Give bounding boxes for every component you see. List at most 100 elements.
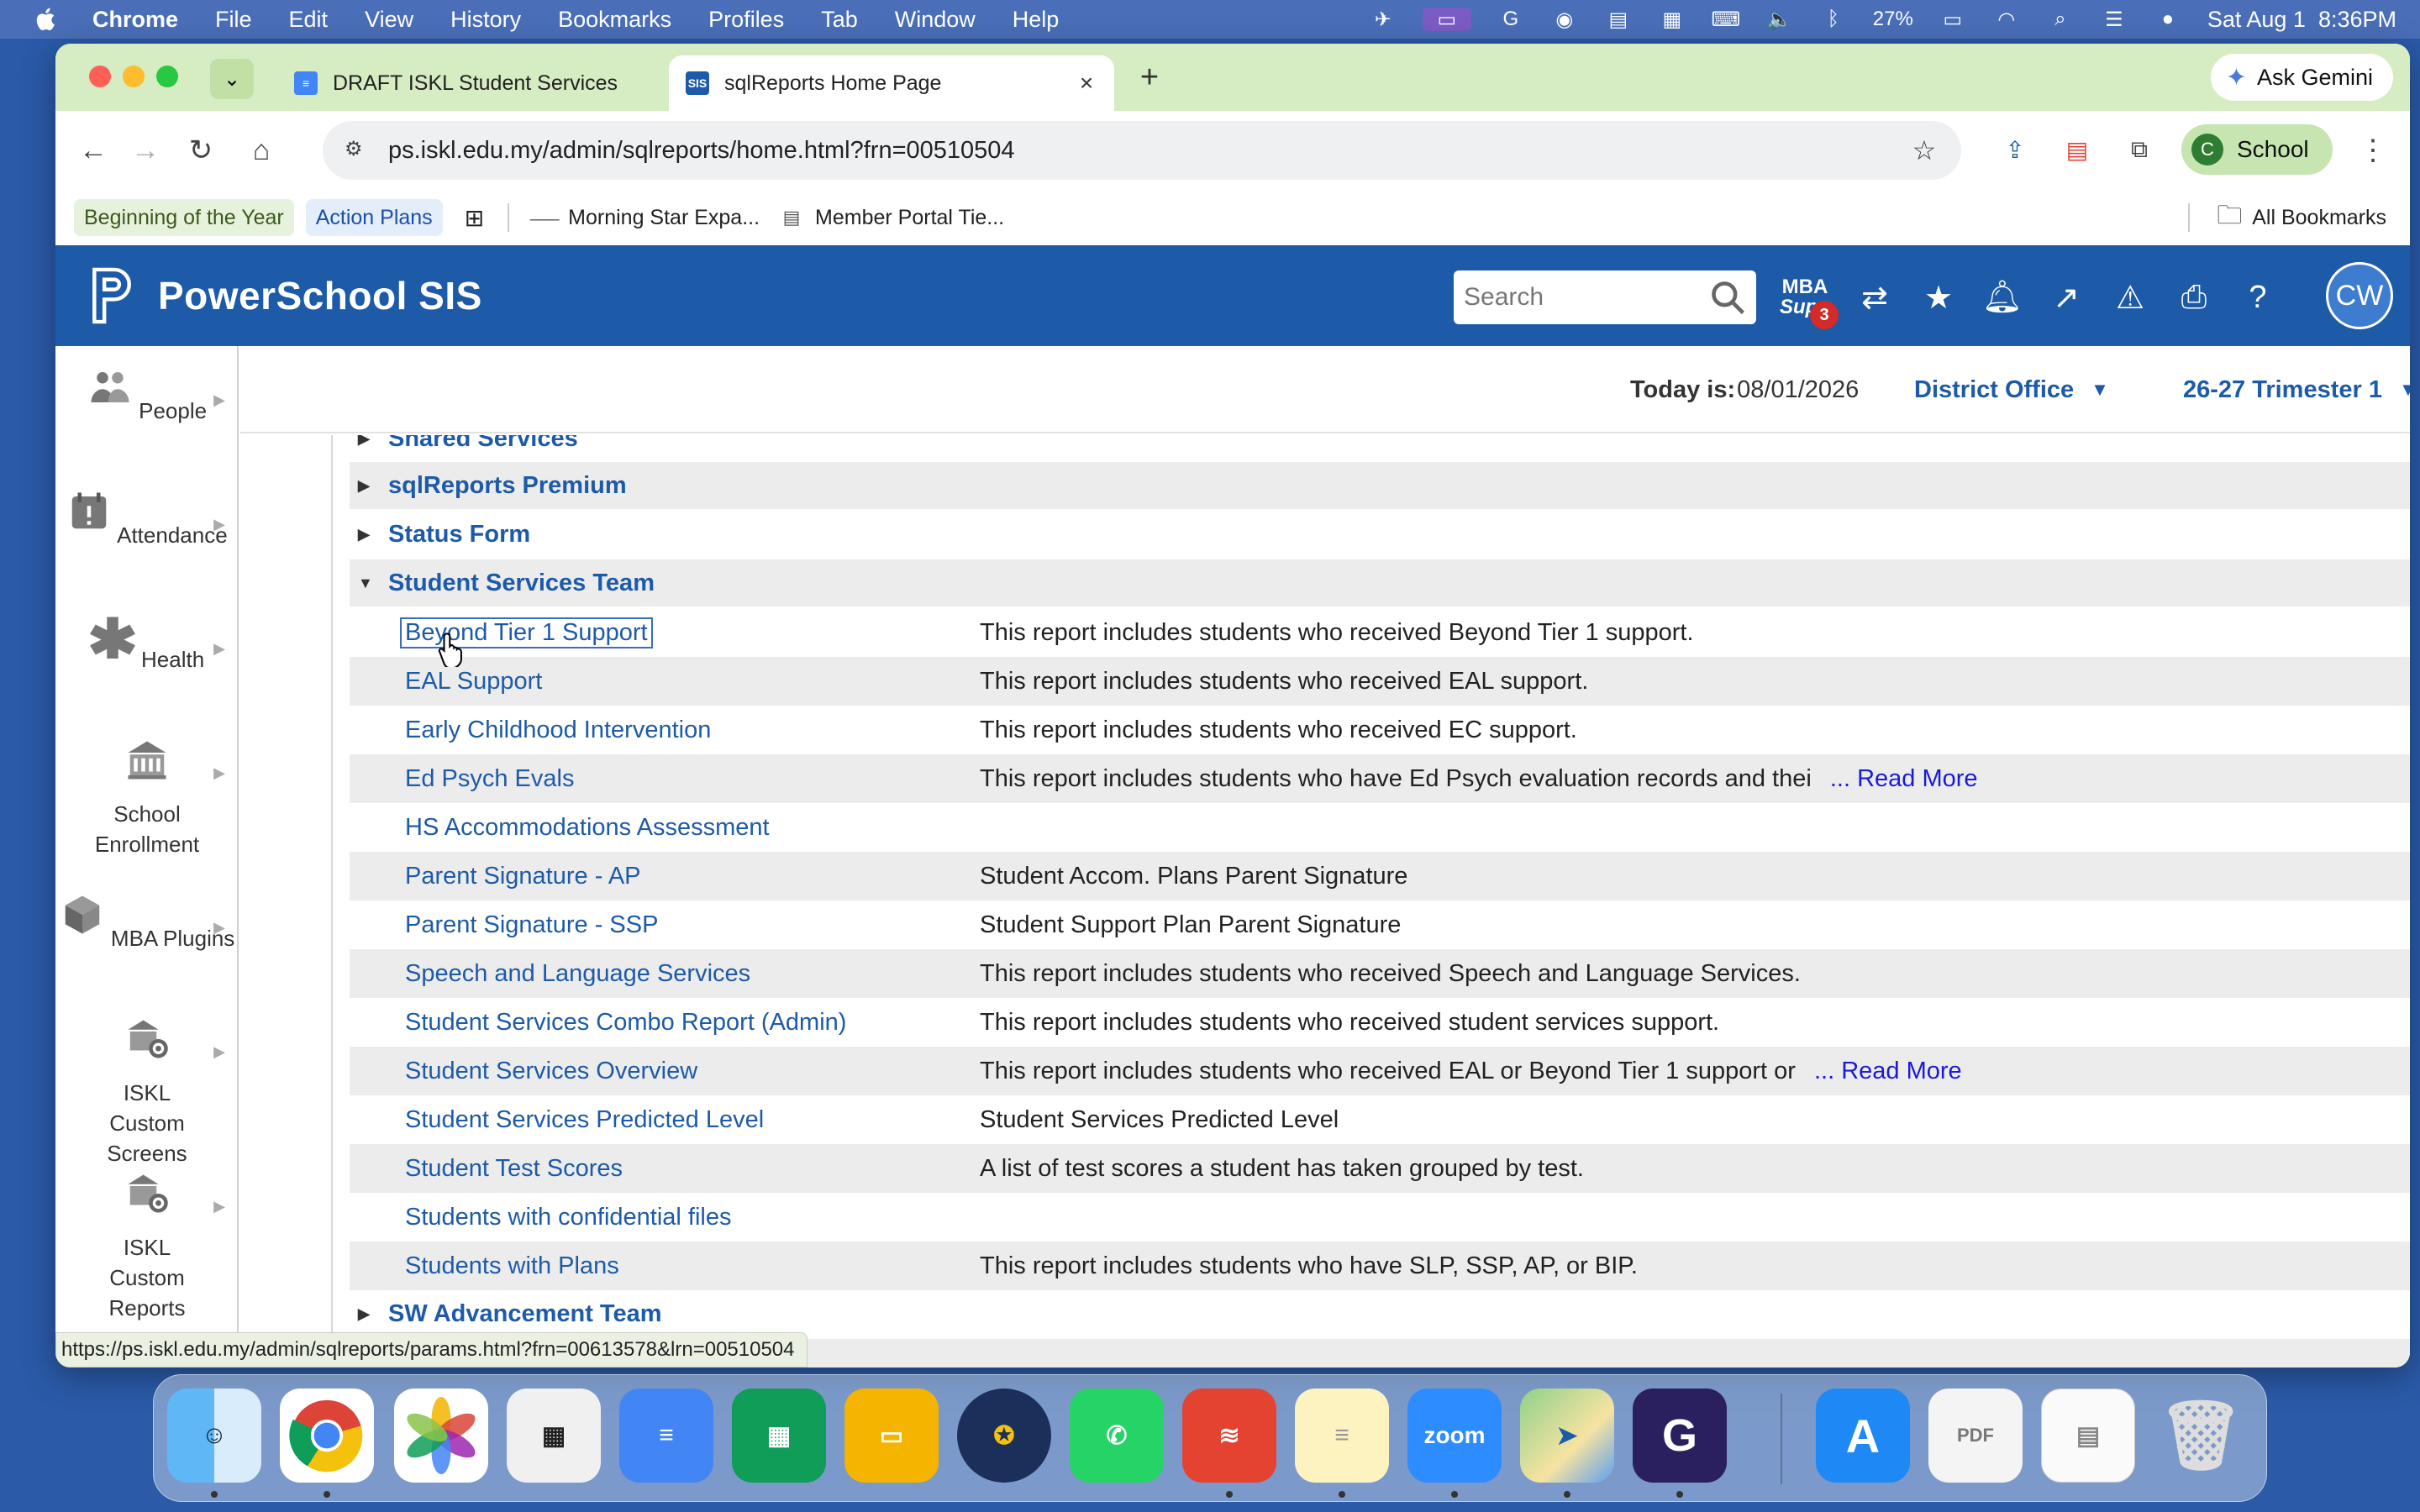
menu-help[interactable]: Help bbox=[1013, 7, 1060, 33]
finder-app-icon[interactable]: ☺ bbox=[167, 1389, 261, 1483]
report-link[interactable]: Student Services Predicted Level bbox=[405, 1106, 764, 1134]
printer-icon[interactable]: ⎙ bbox=[2175, 278, 2213, 317]
app-title[interactable]: PowerSchool SIS bbox=[158, 273, 482, 318]
stack-icon[interactable]: ▦ bbox=[1658, 8, 1686, 31]
group-student-services-team[interactable]: ▼ Student Services Team bbox=[350, 559, 2410, 606]
nav-attendance[interactable]: Attendance ▶ bbox=[55, 489, 239, 550]
photos-app-icon[interactable] bbox=[394, 1389, 488, 1483]
screenshot-thumbnail[interactable]: ▤ bbox=[2041, 1389, 2135, 1483]
report-link[interactable]: Parent Signature - AP bbox=[405, 863, 641, 890]
extension-upload-icon[interactable]: ⇪ bbox=[1996, 131, 2033, 168]
chrome-app-icon[interactable] bbox=[280, 1389, 374, 1483]
term-selector[interactable]: 26-27 Trimester 1 ▼ bbox=[2183, 346, 2410, 433]
profile-button[interactable]: C School bbox=[2181, 124, 2333, 175]
close-tab-icon[interactable]: × bbox=[1074, 70, 1099, 97]
notes-app-icon[interactable]: ≡ bbox=[1295, 1389, 1389, 1483]
control-center-icon[interactable]: ☰ bbox=[2100, 8, 2128, 31]
menu-tab[interactable]: Tab bbox=[821, 7, 858, 33]
pdf-document-thumbnail[interactable]: PDF bbox=[1928, 1389, 2023, 1483]
powerschool-logo-icon[interactable] bbox=[89, 265, 139, 327]
read-more-link[interactable]: ... Read More bbox=[1830, 765, 1978, 792]
tab-search-button[interactable]: ⌄ bbox=[210, 59, 254, 99]
report-link[interactable]: Ed Psych Evals bbox=[405, 765, 574, 793]
trash-icon[interactable]: 🗑︎ bbox=[2154, 1389, 2248, 1483]
report-link[interactable]: Students with Plans bbox=[405, 1252, 619, 1280]
zoom-menu-icon[interactable]: ◉ bbox=[1550, 8, 1579, 31]
new-tab-button[interactable]: + bbox=[1128, 55, 1171, 99]
extension-todoist-icon[interactable]: ▤ bbox=[2059, 131, 2096, 168]
bookmark-action-plans[interactable]: Action Plans bbox=[305, 199, 443, 236]
forward-button[interactable]: → bbox=[124, 129, 166, 171]
favorites-star-icon[interactable]: ★ bbox=[1919, 278, 1958, 317]
google-sheets-app-icon[interactable]: ▦ bbox=[732, 1389, 826, 1483]
menu-bookmarks[interactable]: Bookmarks bbox=[558, 7, 671, 33]
bookmark-star-icon[interactable]: ☆ bbox=[1907, 134, 1941, 166]
tab-draft-doc[interactable]: ≡ DRAFT ISKL Student Services × bbox=[277, 55, 713, 111]
menu-view[interactable]: View bbox=[365, 7, 413, 33]
school-selector[interactable]: District Office ▼ bbox=[1914, 346, 2109, 433]
presenter-app-icon[interactable]: ▦ bbox=[507, 1389, 601, 1483]
zoom-window-button[interactable] bbox=[156, 66, 178, 87]
maps-app-icon[interactable]: ➤ bbox=[1520, 1389, 1614, 1483]
menu-window[interactable]: Window bbox=[895, 7, 976, 33]
mba-support-button[interactable]: MBA Supp 3 bbox=[1780, 277, 1839, 329]
site-info-icon[interactable]: ⚙ bbox=[345, 137, 371, 164]
app-store-app-icon[interactable]: A bbox=[1816, 1389, 1910, 1483]
report-link[interactable]: Students with confidential files bbox=[405, 1204, 732, 1231]
report-link[interactable]: HS Accommodations Assessment bbox=[405, 814, 770, 842]
battery-icon[interactable]: ▭ bbox=[1939, 8, 1967, 31]
group-status-form[interactable]: ▶ Status Form bbox=[350, 511, 2410, 558]
nav-people[interactable]: People ▶ bbox=[55, 365, 239, 426]
nav-school-enrollment[interactable]: School Enrollment ▶ bbox=[55, 738, 239, 859]
reload-button[interactable]: ↻ bbox=[180, 129, 222, 171]
group-sw-advancement-team[interactable]: ▶ SW Advancement Team bbox=[350, 1290, 2410, 1337]
screen-share-icon[interactable]: ▭ bbox=[1422, 8, 1471, 31]
tab-sqlreports[interactable]: SIS sqlReports Home Page × bbox=[669, 55, 1114, 111]
spotlight-icon[interactable]: ⌕ bbox=[2046, 8, 2075, 31]
google-docs-app-icon[interactable]: ≡ bbox=[619, 1389, 713, 1483]
menu-edit[interactable]: Edit bbox=[289, 7, 329, 33]
menu-file[interactable]: File bbox=[215, 7, 252, 33]
close-window-button[interactable] bbox=[89, 66, 111, 87]
grammarly-app-icon[interactable]: G bbox=[1633, 1389, 1727, 1483]
keyboard-icon[interactable]: ⌨ bbox=[1711, 8, 1740, 31]
search-icon[interactable] bbox=[1709, 279, 1746, 316]
google-slides-app-icon[interactable]: ▭ bbox=[844, 1389, 939, 1483]
report-link[interactable]: Student Services Overview bbox=[405, 1058, 697, 1085]
whatsapp-app-icon[interactable]: ✆ bbox=[1070, 1389, 1164, 1483]
nav-mba-plugins[interactable]: MBA Plugins ▶ bbox=[55, 892, 239, 953]
switch-arrows-icon[interactable]: ⇄ bbox=[1855, 278, 1894, 317]
nav-health[interactable]: Health ▶ bbox=[55, 613, 239, 675]
apps-grid-icon[interactable]: ⊞ bbox=[455, 199, 494, 236]
report-link[interactable]: Student Services Combo Report (Admin) bbox=[405, 1009, 846, 1037]
address-bar[interactable]: ⚙ ps.iskl.edu.my/admin/sqlreports/home.h… bbox=[323, 121, 1961, 180]
nav-iskl-custom-screens[interactable]: ISKL Custom Screens ▶ bbox=[55, 1016, 239, 1168]
chrome-menu-icon[interactable]: ⋮ bbox=[2356, 131, 2390, 170]
report-link[interactable]: Parent Signature - SSP bbox=[405, 911, 658, 939]
user-avatar[interactable]: CW bbox=[2326, 262, 2393, 329]
volume-icon[interactable]: 🔈 bbox=[1765, 8, 1794, 31]
bluetooth-icon[interactable]: ᛒ bbox=[1819, 8, 1848, 31]
all-bookmarks-button[interactable]: 🗀 All Bookmarks bbox=[2188, 190, 2386, 245]
group-shared-services[interactable]: ▶ Shared Services bbox=[350, 435, 2410, 462]
report-link[interactable]: Student Test Scores bbox=[405, 1155, 623, 1183]
bookmark-morning-star[interactable]: ⸺ Morning Star Expa... bbox=[523, 199, 770, 236]
ps-search-input[interactable]: Search bbox=[1454, 270, 1756, 324]
group-sqlreports-premium[interactable]: ▶ sqlReports Premium bbox=[350, 462, 2410, 509]
wifi-icon[interactable]: ◠ bbox=[1992, 8, 2021, 31]
alert-triangle-icon[interactable]: ⚠︎ bbox=[2111, 278, 2149, 317]
external-link-icon[interactable]: ↗ bbox=[2047, 278, 2086, 317]
report-link[interactable]: EAL Support bbox=[405, 668, 542, 696]
nav-iskl-custom-reports[interactable]: ISKL Custom Reports ▶ bbox=[55, 1171, 239, 1323]
grammarly-icon[interactable]: G bbox=[1497, 8, 1525, 31]
menu-history[interactable]: History bbox=[450, 7, 521, 33]
help-icon[interactable]: ? bbox=[2238, 278, 2277, 317]
notifications-bell-icon[interactable]: 🔔︎ bbox=[1982, 278, 2023, 317]
bookmark-member-portal[interactable]: ▤ Member Portal Tie... bbox=[770, 199, 1014, 236]
iskl-app-icon[interactable]: ✪ bbox=[957, 1389, 1051, 1483]
back-button[interactable]: ← bbox=[72, 129, 114, 171]
apple-logo-icon[interactable] bbox=[32, 5, 60, 34]
zoom-app-icon[interactable]: zoom bbox=[1407, 1389, 1502, 1483]
url-text[interactable]: ps.iskl.edu.my/admin/sqlreports/home.htm… bbox=[388, 137, 1907, 165]
todoist-app-icon[interactable]: ≋ bbox=[1182, 1389, 1276, 1483]
